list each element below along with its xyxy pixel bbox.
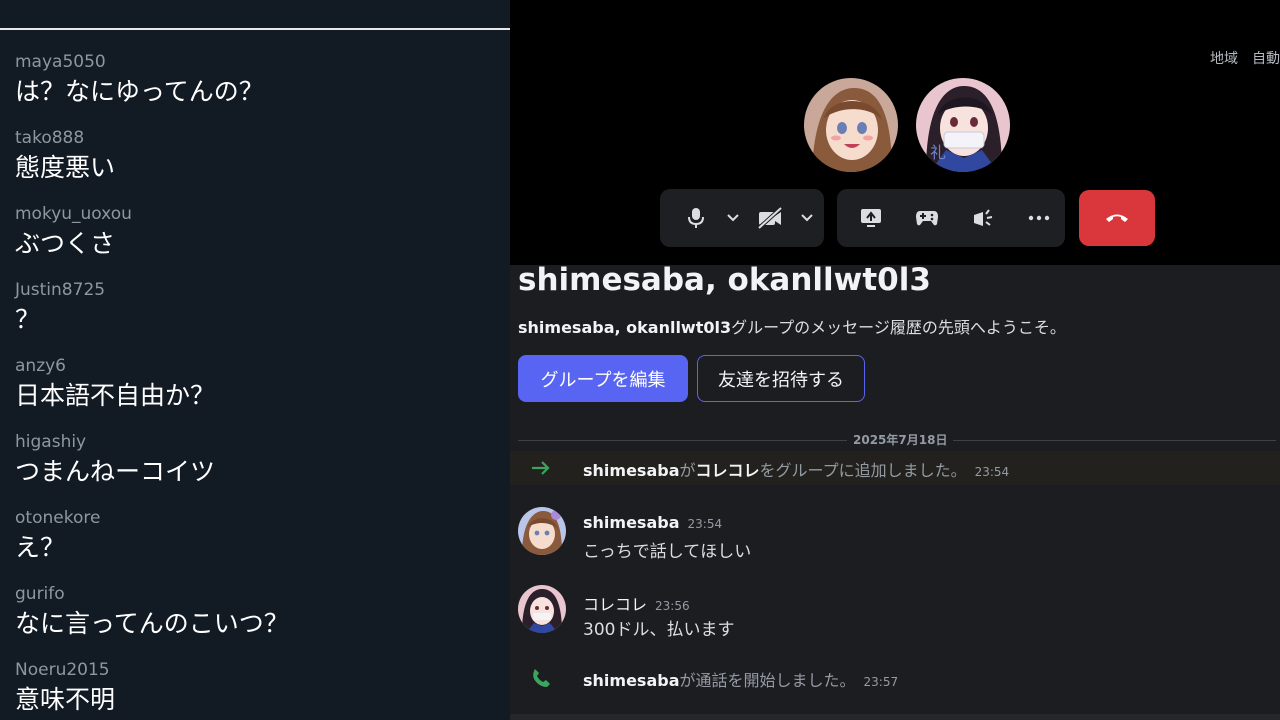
system-message-member-added: shimesabaがコレコレをグループに追加しました。 23:54 — [510, 451, 1280, 485]
screen-share-button[interactable] — [849, 196, 893, 240]
composer-edge — [510, 714, 1280, 720]
phone-hangup-icon — [1106, 214, 1128, 222]
more-icon — [1028, 215, 1050, 221]
chat-username: higashiy — [15, 432, 87, 452]
chevron-down-icon — [801, 214, 813, 222]
chat-username: gurifo — [15, 584, 65, 604]
arrow-right-icon — [532, 461, 550, 475]
activities-button[interactable] — [905, 196, 949, 240]
target-name[interactable]: コレコレ — [696, 461, 760, 480]
chat-message: tako888 態度悪い — [15, 126, 495, 202]
chat-message: otonekore え？ — [15, 506, 495, 582]
date-divider: 2025年7月18日 — [518, 429, 1276, 449]
phone-icon — [533, 669, 550, 687]
screen-share-icon — [861, 209, 881, 227]
chat-message: Noeru2015 意味不明 — [15, 658, 495, 720]
chat-text: ぶつくさ — [15, 229, 116, 258]
welcome-group-name: shimesaba, okanllwt0l3 — [518, 318, 732, 337]
participant-avatar-korekore[interactable]: 礼 — [916, 78, 1010, 172]
avatar-illustration: 礼 — [916, 78, 1010, 172]
group-title: shimesaba, okanllwt0l3 — [518, 265, 931, 298]
edit-group-button[interactable]: グループを編集 — [518, 355, 688, 402]
chat-username: tako888 — [15, 128, 85, 148]
chat-username: otonekore — [15, 508, 101, 528]
chat-message: Justin8725 ？ — [15, 278, 495, 354]
system-text-part: が通話を開始しました。 — [679, 671, 856, 690]
system-message-call-started: shimesabaが通話を開始しました。 23:57 — [510, 661, 1280, 695]
chat-username: Noeru2015 — [15, 660, 110, 680]
chat-text: なに言ってんのこいつ？ — [15, 609, 289, 638]
microphone-button[interactable] — [674, 196, 718, 240]
voice-call-area: 地域 自動 礼 — [510, 0, 1280, 265]
chat-username: Justin8725 — [15, 280, 106, 300]
invite-friends-button[interactable]: 友達を招待する — [697, 355, 865, 402]
chat-message: mokyu_uoxou ぶつくさ — [15, 202, 495, 278]
message-history: shimesaba, okanllwt0l3 shimesaba, okanll… — [510, 265, 1280, 720]
chat-message: maya5050 は？なにゆってんの？ — [15, 50, 495, 126]
avatar-illustration — [518, 585, 566, 633]
soundboard-icon — [974, 209, 993, 226]
chat-message: gurifo なに言ってんのこいつ？ — [15, 582, 495, 658]
timestamp: 23:56 — [655, 599, 690, 613]
chat-username: mokyu_uoxou — [15, 204, 132, 224]
message-header: shimesaba 23:54 — [583, 513, 722, 532]
audio-video-controls — [660, 189, 824, 247]
activity-controls — [837, 189, 1065, 247]
message-content: 300ドル、払います — [583, 620, 735, 640]
camera-button[interactable] — [748, 196, 792, 240]
hangup-button[interactable] — [1079, 190, 1155, 246]
chat-message: higashiy つまんねーコイツ — [15, 430, 495, 506]
avatar[interactable] — [518, 585, 566, 633]
camera-options-button[interactable] — [792, 196, 822, 240]
chevron-down-icon — [727, 214, 739, 222]
message-content: こっちで話してほしい — [583, 542, 752, 562]
welcome-text: shimesaba, okanllwt0l3グループのメッセージ履歴の先頭へよう… — [518, 314, 1066, 338]
gamepad-icon — [916, 211, 938, 226]
chat-text: 意味不明 — [15, 685, 116, 714]
chat-text: 態度悪い — [15, 153, 116, 182]
avatar-illustration — [804, 78, 898, 172]
avatar-illustration — [518, 507, 566, 555]
region-label: 地域 — [1210, 51, 1238, 67]
system-message-text: shimesabaが通話を開始しました。 23:57 — [583, 667, 898, 691]
avatar[interactable] — [518, 507, 566, 555]
chat-text: つまんねーコイツ — [15, 457, 216, 486]
message-header: コレコレ 23:56 — [583, 591, 690, 615]
chat-text: え？ — [15, 533, 66, 562]
camera-off-icon — [757, 207, 783, 229]
chat-text: は？なにゆってんの？ — [15, 77, 264, 106]
chat-username: anzy6 — [15, 356, 66, 376]
svg-text:礼: 礼 — [930, 143, 946, 162]
timestamp: 23:57 — [863, 675, 899, 689]
system-message-text: shimesabaがコレコレをグループに追加しました。 23:54 — [583, 457, 1009, 481]
live-chat-panel: maya5050 は？なにゆってんの？ tako888 態度悪い mokyu_u… — [0, 0, 510, 720]
timestamp: 23:54 — [687, 517, 723, 531]
chat-text: ？ — [15, 305, 41, 334]
chat-message: anzy6 日本語不自由か？ — [15, 354, 495, 430]
chat-username: maya5050 — [15, 52, 106, 72]
timestamp: 23:54 — [974, 465, 1010, 479]
soundboard-button[interactable] — [961, 196, 1005, 240]
chat-text: 日本語不自由か？ — [15, 381, 216, 410]
region-selector[interactable]: 地域 自動 — [1196, 48, 1280, 68]
microphone-options-button[interactable] — [718, 196, 748, 240]
microphone-icon — [688, 208, 704, 228]
actor-name[interactable]: shimesaba — [583, 671, 680, 690]
more-button[interactable] — [1017, 196, 1061, 240]
actor-name[interactable]: shimesaba — [583, 461, 680, 480]
message-author[interactable]: コレコレ — [583, 595, 647, 614]
participant-avatar-shimesaba[interactable] — [804, 78, 898, 172]
date-label: 2025年7月18日 — [847, 431, 954, 448]
message: shimesaba 23:54 こっちで話してほしい — [510, 505, 1280, 565]
welcome-suffix: グループのメッセージ履歴の先頭へようこそ。 — [731, 318, 1066, 337]
chat-message-list: maya5050 は？なにゆってんの？ tako888 態度悪い mokyu_u… — [15, 50, 495, 720]
message: コレコレ 23:56 300ドル、払います — [510, 583, 1280, 643]
divider — [0, 28, 510, 30]
region-value[interactable]: 自動 — [1252, 51, 1280, 67]
system-text-part: が — [679, 461, 696, 480]
system-text-part: をグループに追加しました。 — [759, 461, 967, 480]
message-author[interactable]: shimesaba — [583, 513, 680, 532]
